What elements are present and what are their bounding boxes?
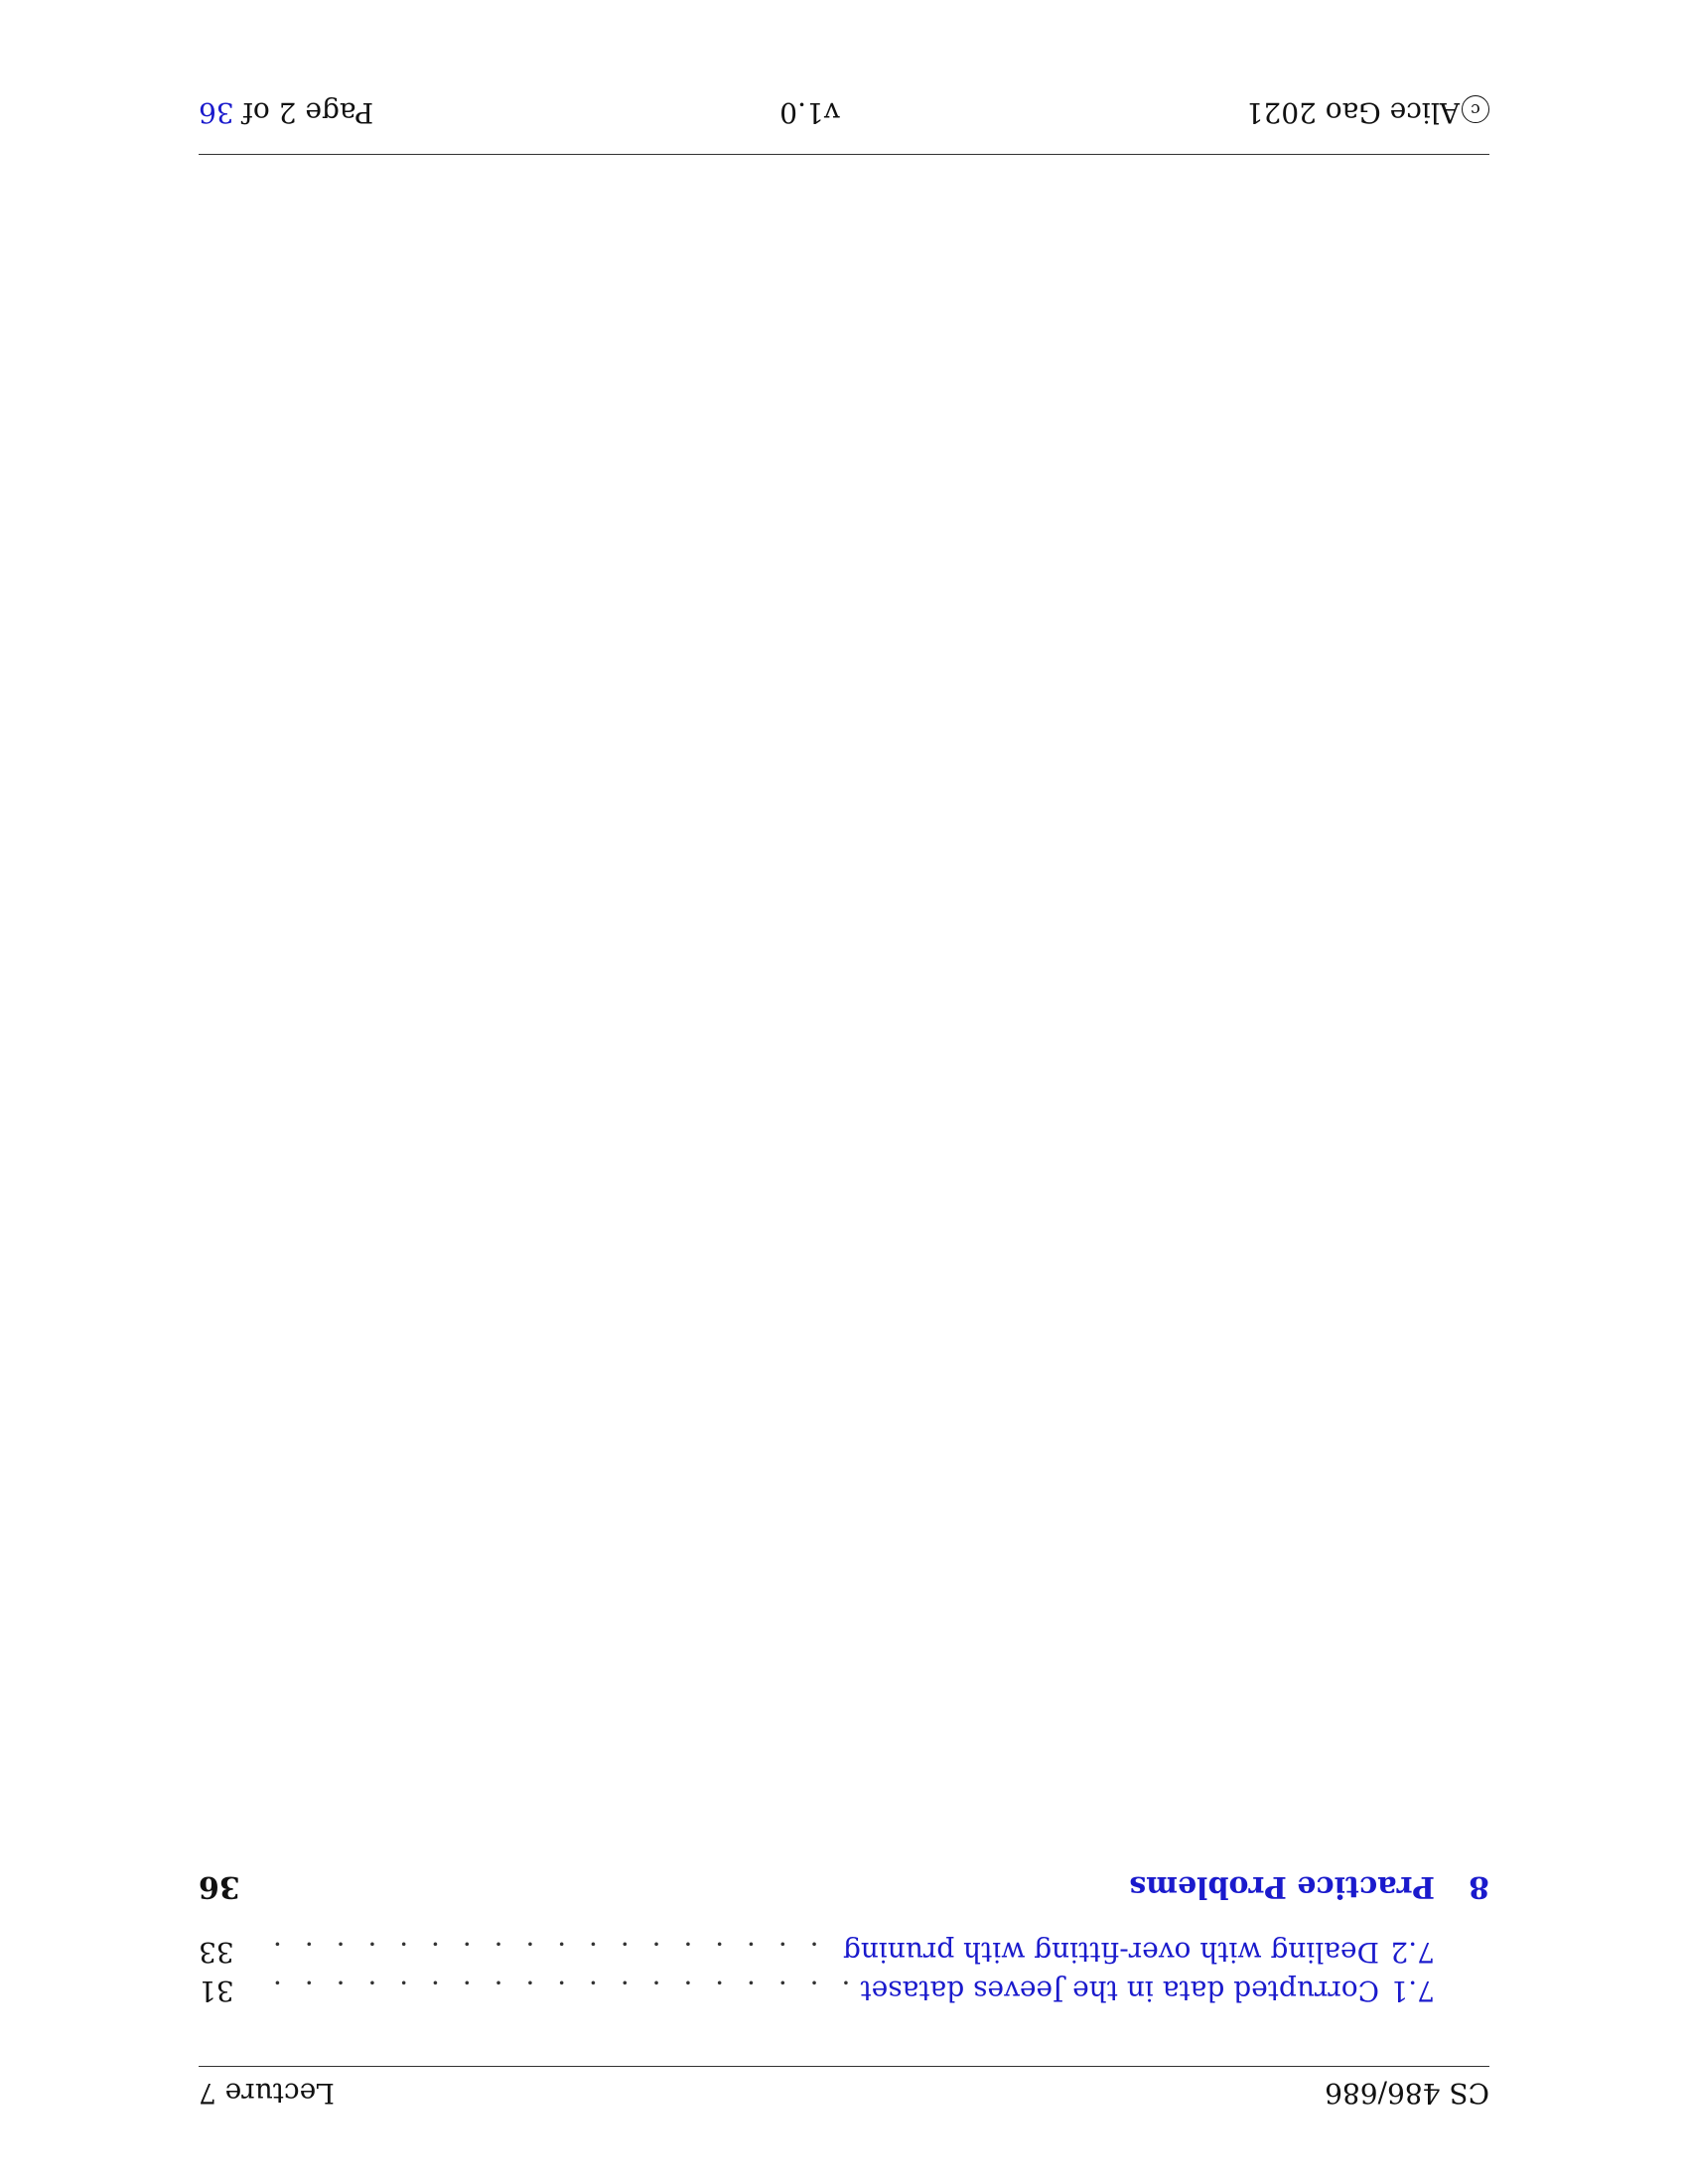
page-number: Page 2 of 36 — [199, 96, 373, 129]
course-code: CS 486/686 — [1325, 2077, 1489, 2110]
toc-section-entry[interactable]: 8 Practice Problems 36 — [199, 1869, 1489, 1904]
version-label: v1.0 — [779, 96, 840, 129]
toc-entry-title[interactable]: Corrupted data in the Jeeves dataset — [848, 1975, 1379, 2007]
dot-leader — [266, 1975, 848, 2007]
document-page: CS 486/686 Lecture 7 7.1 Corrupted data … — [0, 0, 1688, 2184]
toc-entry-number: 7.2 — [1390, 1936, 1435, 1969]
toc-entry-number: 7.1 — [1390, 1975, 1435, 2007]
lecture-label: Lecture 7 — [199, 2077, 335, 2110]
dot-leader — [266, 1936, 831, 1969]
toc-section-page: 36 — [199, 1869, 240, 1904]
toc-section-number: 8 — [1469, 1869, 1489, 1904]
footer-rule — [199, 154, 1489, 155]
toc-entry[interactable]: 7.1 Corrupted data in the Jeeves dataset… — [199, 1975, 1435, 2007]
page-prefix: Page 2 of — [233, 96, 374, 129]
toc-entry[interactable]: 7.2 Dealing with over-fitting with pruni… — [199, 1936, 1435, 1969]
page-footer: cAlice Gao 2021 v1.0 Page 2 of 36 — [199, 95, 1489, 129]
toc-entry-page: 31 — [199, 1975, 234, 2007]
author-year: Alice Gao 2021 — [1245, 96, 1460, 129]
copyright-notice: cAlice Gao 2021 — [1246, 95, 1489, 129]
header-rule — [199, 2066, 1489, 2067]
total-pages-link[interactable]: 36 — [199, 96, 234, 129]
copyright-icon: c — [1462, 95, 1489, 123]
toc-section-title[interactable]: Practice Problems — [240, 1869, 1435, 1904]
toc-entry-page: 33 — [199, 1936, 234, 1969]
toc-entry-title[interactable]: Dealing with over-fitting with pruning — [831, 1936, 1379, 1969]
page-header: CS 486/686 Lecture 7 — [199, 2077, 1489, 2110]
